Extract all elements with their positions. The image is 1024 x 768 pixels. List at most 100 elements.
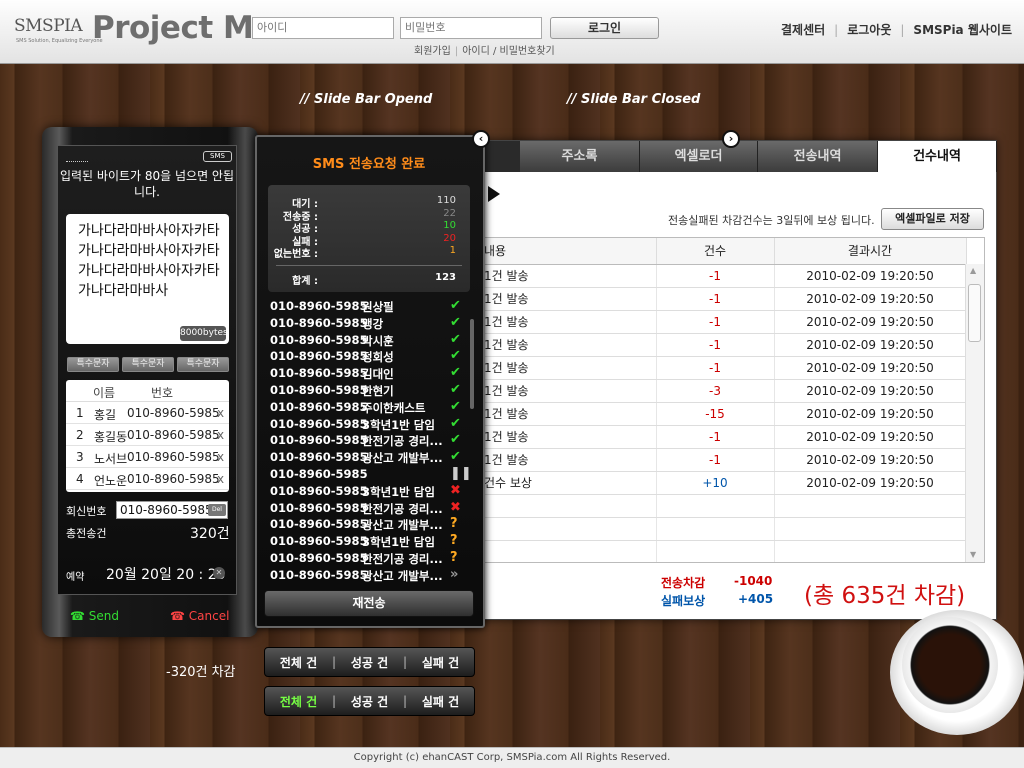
result-row[interactable]: 010-8960-5985 한전기공 경리... ✔	[270, 433, 470, 450]
tab-address-book[interactable]: 주소록	[520, 141, 640, 172]
result-name: 광산고 개발부...	[362, 518, 443, 533]
result-row[interactable]: 010-8960-5985 정회성 ✔	[270, 349, 470, 366]
expand-panel-button[interactable]: ›	[722, 130, 740, 148]
special-char-button-3[interactable]: 특수문자	[177, 357, 229, 372]
result-row[interactable]: 010-8960-5985 광산고 개발부...?	[270, 517, 470, 534]
table-row[interactable]: 1건 발송 -1 2010-02-09 19:20:50	[482, 264, 967, 288]
table-row[interactable]: 1건 발송 -1 2010-02-09 19:20:50	[482, 448, 967, 472]
filter-all-active[interactable]: 전체 건	[280, 693, 317, 710]
table-row[interactable]: 1건 발송 -15 2010-02-09 19:20:50	[482, 402, 967, 426]
reservation-clear-icon[interactable]: ✕	[213, 567, 225, 579]
remove-recipient-icon[interactable]: x	[217, 472, 224, 486]
login-button[interactable]: 로그인	[550, 17, 659, 39]
table-row[interactable]: 1건 발송 -3 2010-02-09 19:20:50	[482, 379, 967, 403]
recipient-row[interactable]: 2 홍길동 010-8960-5985 x	[66, 424, 229, 446]
result-row[interactable]: 010-8960-5985 주이한캐스트 ✔	[270, 399, 470, 417]
result-row[interactable]: 010-8960-5985 광산고 개발부... ✔	[270, 450, 470, 467]
result-row[interactable]: 010-8960-5985 3학년1반 담임 ✔	[270, 416, 470, 434]
result-row[interactable]: 010-8960-5985 김대인 ✔	[270, 366, 470, 383]
password-input[interactable]	[400, 17, 542, 39]
id-input[interactable]	[252, 17, 394, 39]
question-icon: ?	[450, 516, 458, 532]
special-char-button-1[interactable]: 특수문자	[67, 357, 119, 372]
check-icon: ✔	[450, 432, 461, 448]
tab-excel-loader[interactable]: 엑셀로더	[640, 141, 758, 172]
callback-clear-button[interactable]: Del	[208, 504, 226, 516]
resend-button[interactable]: 재전송	[264, 590, 474, 617]
signup-link[interactable]: 회원가입	[414, 46, 451, 57]
nav-smspia-website[interactable]: SMSPia 웹사이트	[913, 23, 1012, 37]
recipient-name: 언노운	[94, 474, 128, 488]
recipient-number: 010-8960-5985	[127, 406, 220, 420]
empty-cell	[482, 540, 657, 562]
result-row[interactable]: 010-8960-5985 한전기공 경리... ✖	[270, 500, 470, 518]
result-row[interactable]: 010-8960-5985 ❚❚	[270, 466, 472, 484]
recipient-row[interactable]: 3 노서브 010-8960-5985 x	[66, 446, 229, 468]
result-row[interactable]: 010-8960-5985 한전기공 경리...?	[270, 549, 470, 568]
result-row[interactable]: 010-8960-5985 박시훈 ✔	[270, 331, 470, 350]
result-list-scrollbar[interactable]	[470, 319, 474, 409]
recipient-number: 010-8960-5985	[127, 472, 220, 486]
question-icon: ?	[450, 549, 458, 565]
nav-payment-center[interactable]: 결제센터	[781, 23, 825, 37]
scroll-up-icon[interactable]: ▲	[970, 266, 976, 275]
check-icon: ✔	[450, 348, 461, 364]
column-header-time[interactable]: 결과시간	[774, 238, 967, 265]
message-text[interactable]: 가나다라마바사아자카타가나다라마바사아자카타가나다라마바사아자카타가나다라마바사	[78, 221, 222, 301]
nav-logout[interactable]: 로그아웃	[847, 23, 891, 37]
excel-save-button[interactable]: 엑셀파일로 저장	[881, 208, 984, 230]
filter-bar-selected: 전체 건 | 성공 건 | 실패 건	[264, 686, 475, 716]
cancel-button[interactable]: ☎ Cancel	[170, 609, 229, 623]
result-row[interactable]: 010-8960-5985 한현기 ✔	[270, 381, 470, 400]
result-phone: 010-8960-5985	[270, 517, 368, 532]
table-row[interactable]: 1건 발송 -1 2010-02-09 19:20:50	[482, 356, 967, 380]
check-icon: ✔	[450, 381, 461, 397]
row-count: +10	[656, 471, 775, 495]
result-row[interactable]: 010-8960-5985 맹강 ✔	[270, 315, 470, 333]
table-row[interactable]: 건수 보상 +10 2010-02-09 19:20:50	[482, 471, 967, 495]
table-row[interactable]: 1건 발송 -1 2010-02-09 19:20:50	[482, 310, 967, 334]
table-row[interactable]: 1건 발송 -1 2010-02-09 19:20:50	[482, 287, 967, 311]
result-phone: 010-8960-5985	[270, 567, 368, 582]
column-header-content[interactable]: 내용	[482, 238, 657, 265]
total-send-value: 320건	[190, 526, 230, 542]
filter-success[interactable]: 성공 건	[351, 654, 388, 671]
play-icon[interactable]	[488, 186, 500, 202]
separator: |	[402, 694, 408, 708]
result-row[interactable]: 010-8960-5985 3학년1반 담임?	[270, 534, 470, 551]
special-char-button-2[interactable]: 특수문자	[122, 357, 174, 372]
result-row[interactable]: 010-8960-5985 광산고 개발부... »	[270, 567, 470, 585]
remove-recipient-icon[interactable]: x	[217, 450, 224, 464]
empty-cell	[656, 494, 775, 518]
recipient-name: 홍길동	[94, 430, 128, 444]
collapse-panel-button[interactable]: ‹	[472, 130, 490, 148]
remove-recipient-icon[interactable]: x	[217, 428, 224, 442]
table-row[interactable]: 1건 발송 -1 2010-02-09 19:20:50	[482, 333, 967, 357]
tab-send-history[interactable]: 전송내역	[758, 141, 878, 172]
filter-fail[interactable]: 실패 건	[422, 654, 459, 671]
reservation-datetime[interactable]: 20월 20일 20 : 20	[106, 564, 226, 584]
column-header-count[interactable]: 건수	[656, 238, 775, 265]
filter-fail[interactable]: 실패 건	[422, 693, 459, 710]
total-send-label: 총전송건	[66, 527, 107, 540]
row-time: 2010-02-09 19:20:50	[774, 425, 967, 449]
result-row[interactable]: 010-8960-5985 원상필 ✔	[270, 299, 470, 316]
result-name: 정회성	[362, 350, 394, 365]
smspia-logo[interactable]: SMSPIA	[14, 16, 83, 36]
stat-value: 10	[443, 220, 456, 231]
check-icon: ✔	[450, 331, 461, 347]
send-button[interactable]: ☎ Send	[70, 609, 119, 623]
filter-success[interactable]: 성공 건	[351, 693, 388, 710]
scroll-down-icon[interactable]: ▼	[970, 550, 976, 559]
remove-recipient-icon[interactable]: x	[217, 406, 224, 420]
tab-count-history[interactable]: 건수내역	[878, 141, 997, 172]
filter-all[interactable]: 전체 건	[280, 654, 317, 671]
table-row[interactable]: 1건 발송 -1 2010-02-09 19:20:50	[482, 425, 967, 449]
recipient-row[interactable]: 4 언노운 010-8960-5985 x	[66, 468, 229, 490]
find-account-link[interactable]: 아이디 / 비밀번호찾기	[462, 46, 555, 57]
result-phone: 010-8960-5985	[270, 315, 368, 330]
send-deduct-value: -1040	[734, 574, 773, 588]
recipient-row[interactable]: 1 홍길 010-8960-5985 x	[66, 402, 229, 424]
result-row[interactable]: 010-8960-5985 3학년1반 담임 ✖	[270, 483, 470, 501]
scrollbar-thumb[interactable]	[968, 284, 981, 342]
